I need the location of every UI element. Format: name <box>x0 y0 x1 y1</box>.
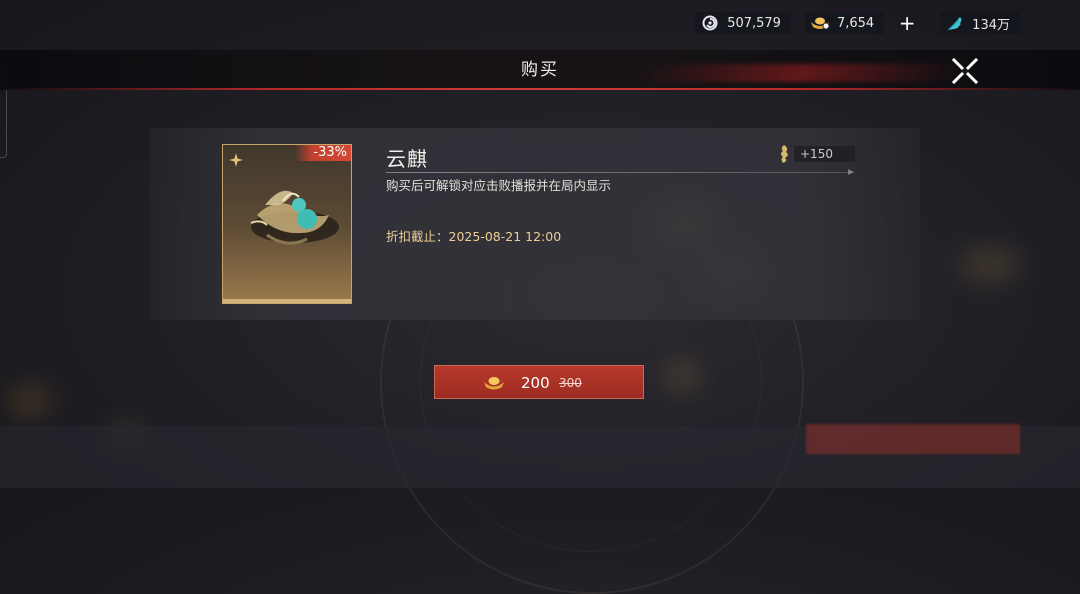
buy-button[interactable]: 200 300 <box>434 365 644 399</box>
currency-value: 507,579 <box>727 15 781 31</box>
divider <box>386 169 854 175</box>
original-price: 300 <box>559 376 582 390</box>
close-icon <box>952 58 978 84</box>
discount-deadline: 折扣截止：2025-08-21 12:00 <box>386 229 562 244</box>
currency-value: 7,654 <box>836 15 875 31</box>
discount-badge: -33% <box>295 145 351 161</box>
feather-icon <box>944 12 966 34</box>
background-blur <box>960 250 1020 280</box>
item-name: 云麒 <box>386 147 428 171</box>
spiral-coin-icon <box>699 12 721 34</box>
bonus-badge: +150 <box>776 144 855 164</box>
gold-ingot-icon <box>809 12 831 34</box>
background-blurred-button <box>806 424 1020 454</box>
star-icon <box>229 153 243 167</box>
currency-value: 134万 <box>972 17 1010 33</box>
page-title: 购买 <box>521 60 559 80</box>
currency-spiral: 507,579 <box>695 12 791 34</box>
currency-feather: 134万 <box>940 12 1020 34</box>
item-description: 购买后可解锁对应击败播报并在局内显示 <box>386 178 612 193</box>
sale-price: 200 <box>521 374 550 392</box>
currency-bar: 507,579 7,654 + 134万 <box>695 11 1020 35</box>
add-currency-button[interactable]: + <box>896 11 918 35</box>
background-blur <box>668 365 696 387</box>
bonus-value: +150 <box>794 146 855 162</box>
item-card: -33% <box>222 144 352 304</box>
qilin-creature-image <box>250 190 339 245</box>
title-band: 购买 <box>0 50 1080 90</box>
close-button[interactable] <box>946 52 984 90</box>
gold-ingot-icon <box>484 377 504 390</box>
dragon-emblem-icon <box>781 145 788 163</box>
background-blur <box>10 390 50 412</box>
currency-gold: 7,654 <box>804 12 885 34</box>
